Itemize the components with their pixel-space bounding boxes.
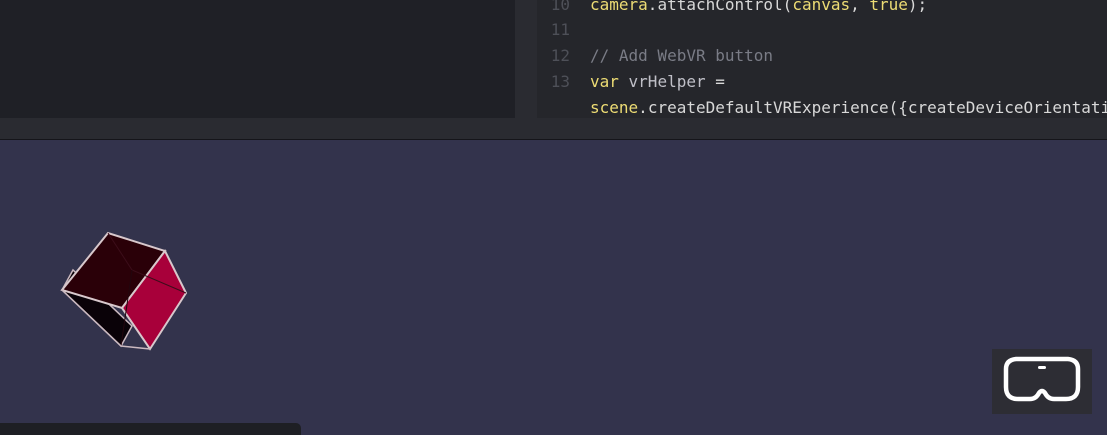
code-token: , [850, 0, 870, 14]
code-token: ( [782, 0, 793, 14]
code-token: . [638, 98, 648, 117]
line-code: camera.attachControl(canvas, true); [590, 0, 927, 18]
cube-mesh [60, 231, 188, 351]
code-token: . [647, 0, 658, 14]
code-token: vrHelper [618, 72, 716, 91]
code-token: var [590, 72, 619, 91]
editor-side-panel [0, 0, 515, 118]
code-token: createDefaultVRExperience [647, 98, 889, 117]
line-number: 11 [550, 20, 570, 39]
code-token: canvas [792, 0, 851, 14]
code-token: ); [907, 0, 928, 14]
line-code: scene.createDefaultVRExperience({createD… [590, 95, 1107, 118]
webvr-button[interactable] [992, 349, 1092, 414]
line-code: var vrHelper = [590, 69, 725, 95]
panel-splitter[interactable] [0, 118, 1107, 140]
line-number: 12 [550, 46, 570, 65]
code-panel[interactable]: 10 camera.attachControl(canvas, true); 11 1… [537, 0, 1107, 118]
bottom-panel-tab[interactable] [0, 423, 301, 435]
code-token: // Add WebVR button [590, 46, 774, 65]
line-number: 10 [550, 0, 570, 14]
code-token: createDeviceOrientation [907, 98, 1107, 117]
code-token: true [869, 0, 908, 14]
line-number: 13 [550, 72, 570, 91]
vr-headset-icon [1003, 356, 1081, 402]
code-token: attachControl [657, 0, 783, 14]
code-token: scene [590, 98, 639, 117]
code-token: camera [590, 0, 648, 14]
render-canvas[interactable] [0, 140, 1107, 435]
code-token: = [715, 72, 725, 91]
code-token: ({ [888, 98, 908, 117]
code-editor[interactable]: 10 camera.attachControl(canvas, true); 11 1… [0, 0, 1107, 118]
line-code: // Add WebVR button [590, 43, 773, 69]
editor-gutter-divider[interactable] [515, 0, 537, 118]
